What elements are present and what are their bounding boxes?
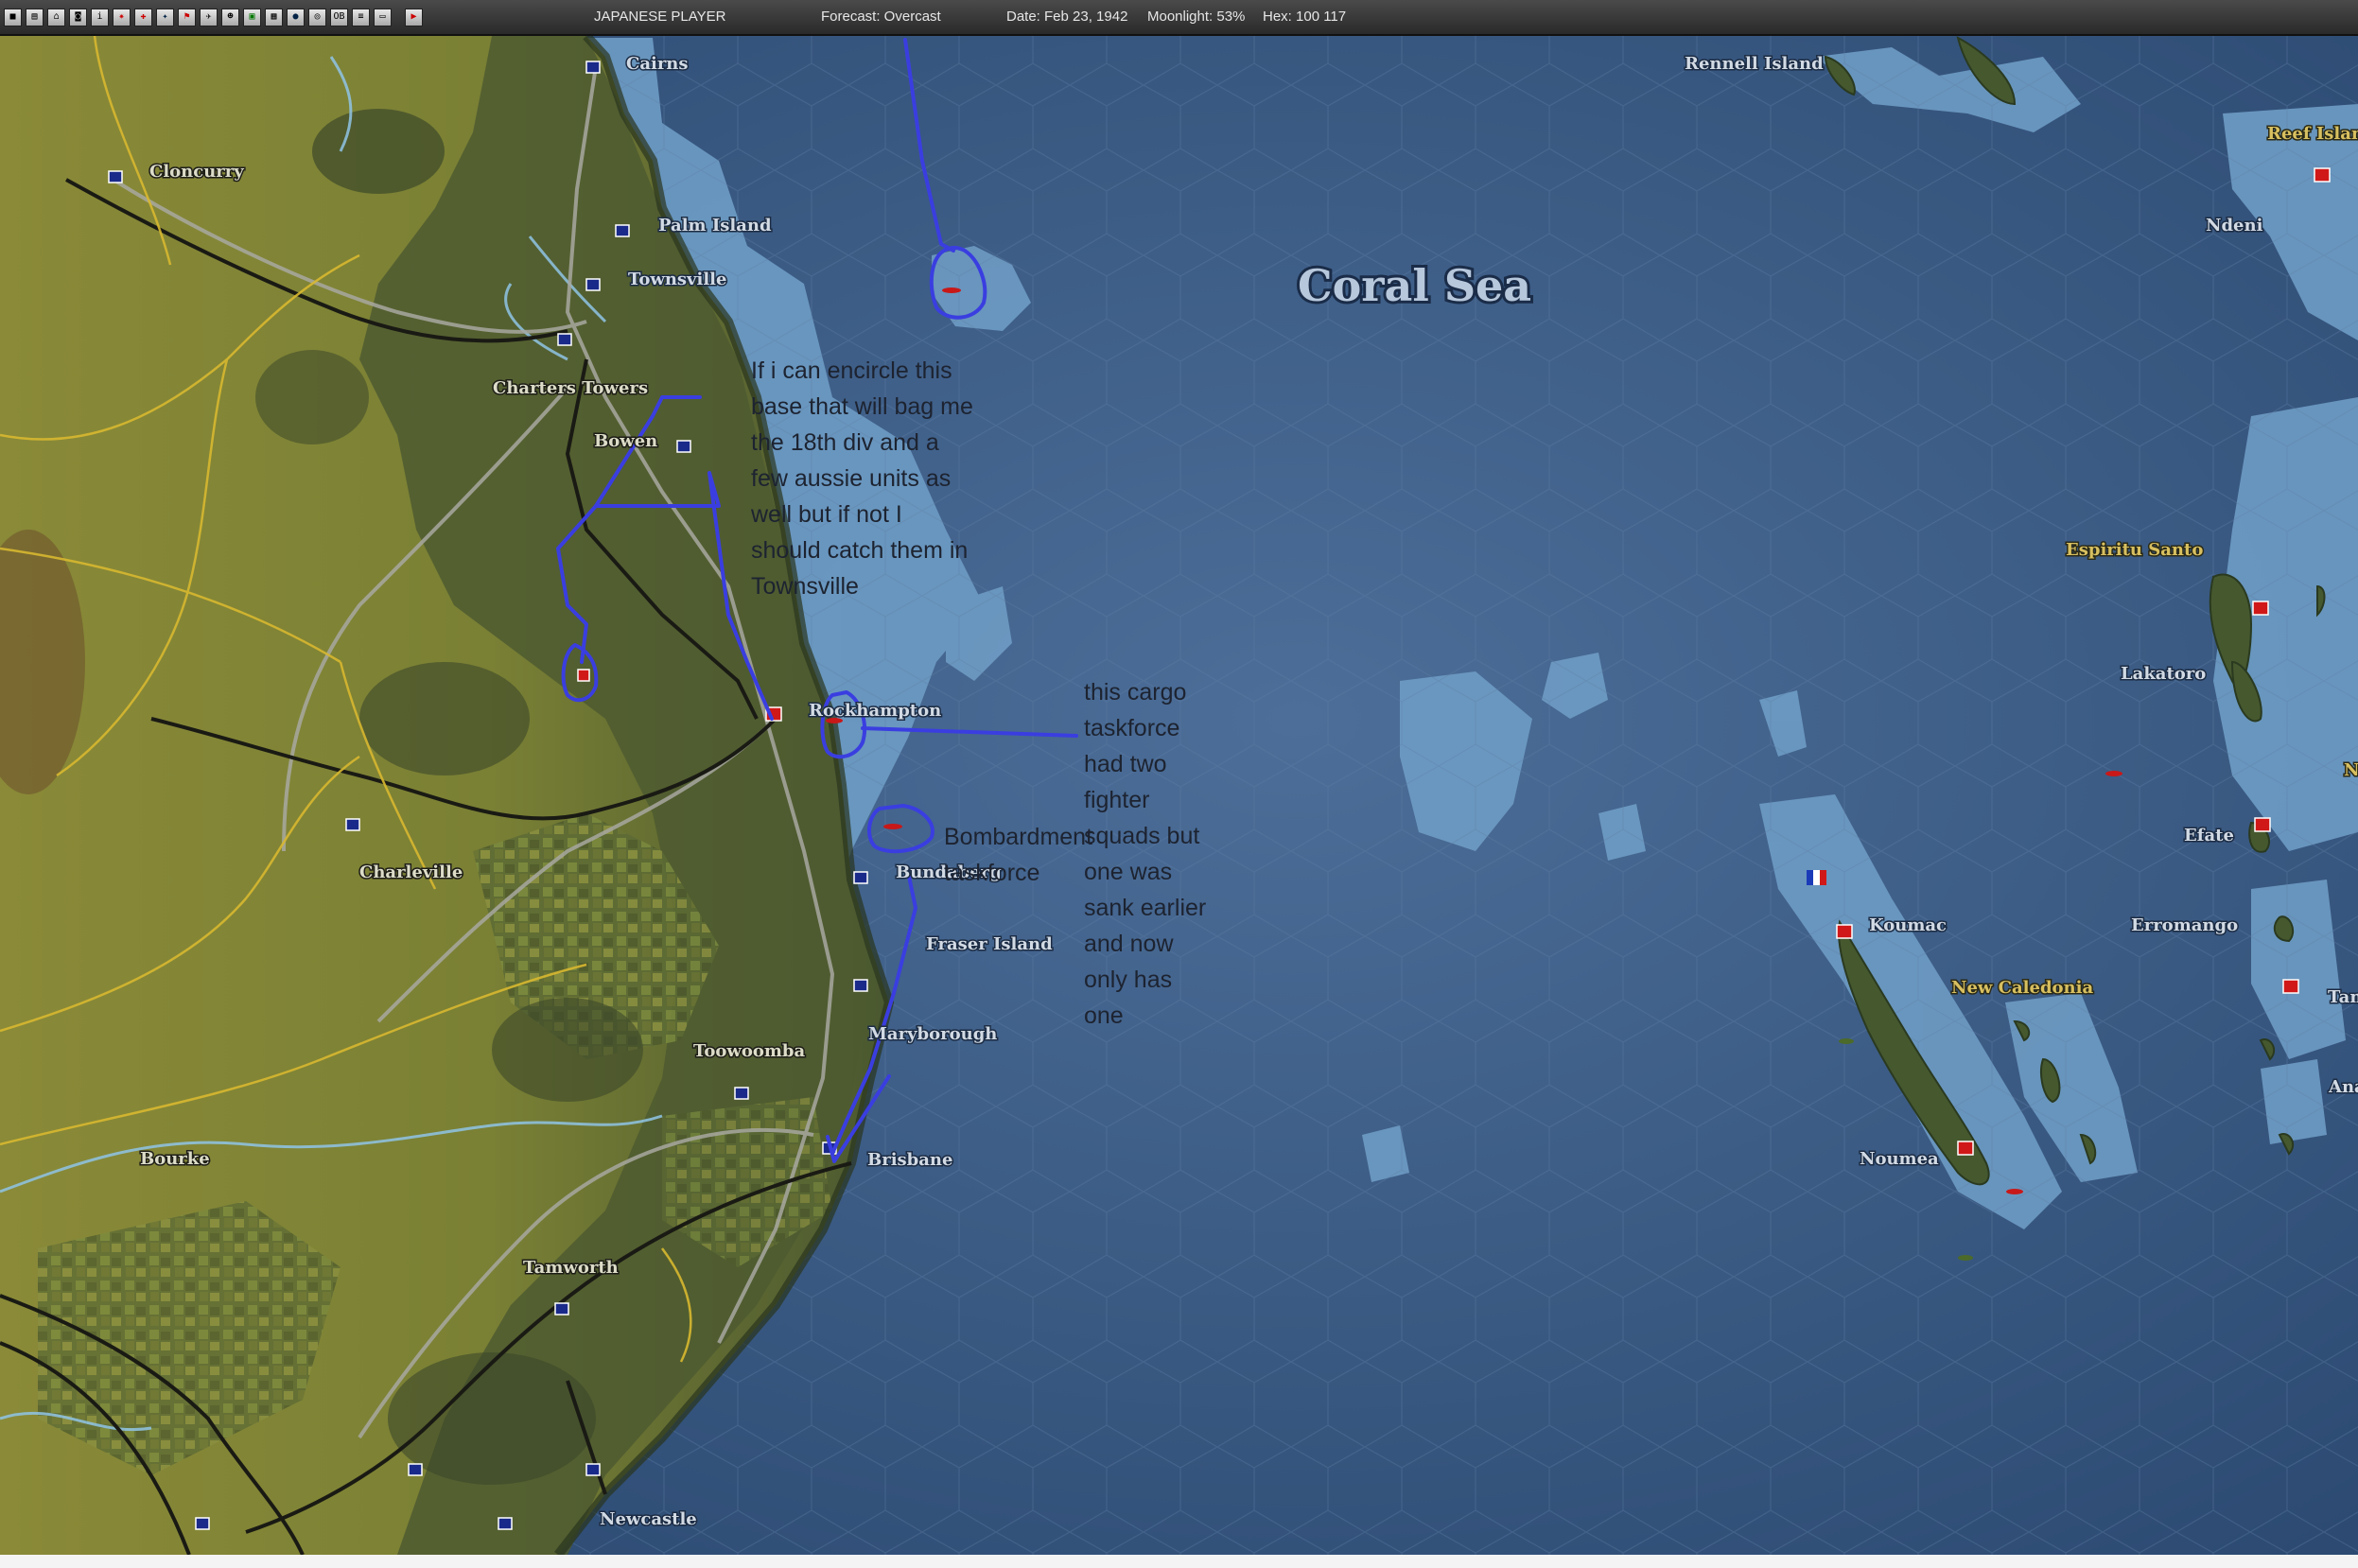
medical-icon[interactable]: ✚: [134, 8, 152, 26]
city-label-rockhampton[interactable]: Rockhampton: [808, 700, 943, 723]
city-label-tan[interactable]: Tan: [2327, 986, 2358, 1009]
annotation-line: Townsville: [751, 573, 859, 600]
annotation-line: only has: [1084, 967, 1172, 993]
city-label-reef-islands[interactable]: Reef Islan: [2266, 123, 2358, 146]
leader-icon[interactable]: ☻: [221, 8, 239, 26]
list-icon[interactable]: ≡: [352, 8, 370, 26]
city-label-brisbane[interactable]: Brisbane: [866, 1149, 954, 1172]
city-label-ndeni[interactable]: Ndeni: [2205, 215, 2265, 237]
unit-icon[interactable]: ▦: [265, 8, 283, 26]
annotation-encircle-note: If i can encircle this base that will ba…: [750, 357, 980, 600]
ship-icon[interactable]: ✦: [156, 8, 174, 26]
globe-icon[interactable]: ●: [287, 8, 305, 26]
city-label-koumac[interactable]: Koumac: [1868, 915, 1948, 937]
player-label: JAPANESE PLAYER: [594, 9, 726, 25]
city-label-n[interactable]: N: [2343, 759, 2358, 782]
city-label-charters-towers[interactable]: Charters Towers: [492, 377, 650, 400]
city-label-efate[interactable]: Efate: [2183, 825, 2236, 847]
city-label-newcastle[interactable]: Newcastle: [599, 1508, 699, 1531]
city-label-charleville[interactable]: Charleville: [358, 862, 464, 884]
city-label-bourke[interactable]: Bourke: [139, 1148, 212, 1171]
city-label-ana[interactable]: Ana: [2327, 1076, 2358, 1099]
annotation-line: sank earlier: [1084, 895, 1206, 921]
annotation-line: well but if not I: [750, 501, 902, 528]
annotation-line: Bombardment: [944, 824, 1092, 850]
annotation-line: squads but: [1084, 823, 1199, 849]
toolbar: ■ ▤ ⌂ ◙ i ✷ ✚ ✦ ⚑ ✈ ☻ ▣ ▦ ● ◎ OB ≡ ▭ ▶ J…: [0, 0, 2358, 36]
annotation-line: few aussie units as: [751, 465, 951, 492]
city-label-townsville[interactable]: Townsville: [627, 269, 728, 291]
city-label-maryborough[interactable]: Maryborough: [867, 1023, 999, 1046]
report-icon[interactable]: ▤: [26, 8, 44, 26]
ob-icon[interactable]: OB: [330, 8, 348, 26]
french-flag-icon[interactable]: [1807, 870, 1826, 885]
city-label-fraser-island[interactable]: Fraser Island: [925, 933, 1055, 956]
date-label: Date: Feb 23, 1942: [1006, 9, 1128, 25]
city-label-bowen[interactable]: Bowen: [593, 430, 659, 453]
base-icon[interactable]: ▣: [243, 8, 261, 26]
annotation-line: this cargo: [1084, 679, 1186, 706]
annotation-line: taskforce: [944, 860, 1039, 886]
info-icon[interactable]: i: [91, 8, 109, 26]
annotation-line: fighter: [1084, 787, 1149, 813]
aircraft-icon[interactable]: ✈: [200, 8, 218, 26]
annotation-line: one was: [1084, 859, 1172, 885]
sea-name-label: Coral Sea: [1298, 260, 1531, 311]
hex-label: Hex: 100 117: [1263, 9, 1347, 25]
city-label-palm-island[interactable]: Palm Island: [657, 215, 774, 237]
airgroup-icon[interactable]: ⌂: [47, 8, 65, 26]
city-label-tamworth[interactable]: Tamworth: [522, 1257, 620, 1280]
save-icon[interactable]: ■: [4, 8, 22, 26]
city-label-cairns[interactable]: Cairns: [625, 53, 690, 76]
window-icon[interactable]: ▭: [374, 8, 392, 26]
forecast-label: Forecast: Overcast: [821, 9, 941, 25]
annotation-line: base that will bag me: [751, 393, 973, 420]
city-label-toowoomba[interactable]: Toowoomba: [692, 1040, 807, 1063]
city-label-espiritu-santo[interactable]: Espiritu Santo: [2065, 539, 2205, 562]
city-label-lakatoro[interactable]: Lakatoro: [2120, 663, 2208, 686]
taskforce-icon[interactable]: ◙: [69, 8, 87, 26]
end-turn-icon[interactable]: ▶: [405, 8, 423, 26]
moonlight-label: Moonlight: 53%: [1147, 9, 1246, 25]
intel-icon[interactable]: ◎: [308, 8, 326, 26]
city-label-noumea[interactable]: Noumea: [1859, 1148, 1941, 1171]
combat-icon[interactable]: ✷: [113, 8, 131, 26]
annotation-line: taskforce: [1084, 715, 1179, 741]
game-map[interactable]: Coral Sea Cairns Cloncurry Palm Island T…: [0, 36, 2358, 1555]
annotation-line: If i can encircle this: [751, 357, 952, 384]
annotation-line: should catch them in: [751, 537, 968, 564]
bottom-status-strip: [0, 1555, 2358, 1568]
city-label-rennell-island[interactable]: Rennell Island: [1684, 53, 1825, 76]
city-label-new-caledonia[interactable]: New Caledonia: [1950, 977, 2095, 1000]
annotation-line: had two: [1084, 751, 1167, 777]
annotation-line: and now: [1084, 931, 1174, 957]
city-label-erromango[interactable]: Erromango: [2130, 915, 2240, 937]
flag-icon[interactable]: ⚑: [178, 8, 196, 26]
city-label-cloncurry[interactable]: Cloncurry: [148, 161, 246, 183]
annotation-line: the 18th div and a: [751, 429, 939, 456]
annotation-line: one: [1084, 1002, 1124, 1029]
